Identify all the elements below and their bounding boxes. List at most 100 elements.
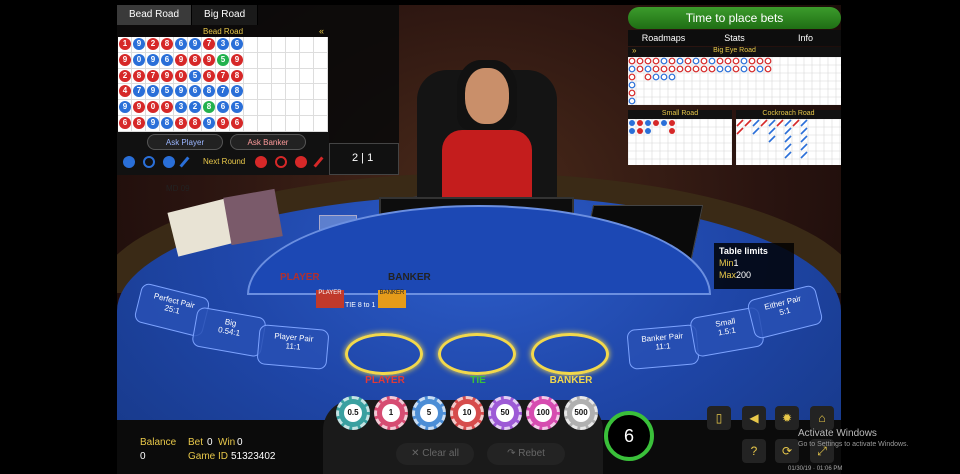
bead-result: 1 <box>119 38 131 50</box>
table-limits-box: Table limits Min1 Max200 <box>714 243 794 289</box>
bead-result: 7 <box>203 38 215 50</box>
bead-result: 8 <box>161 38 173 50</box>
bead-cell: 8 <box>188 52 202 69</box>
big-eye-mark <box>732 65 740 73</box>
bead-cell <box>314 115 328 132</box>
activate-windows-subtitle: Go to Settings to activate Windows. <box>798 441 909 448</box>
countdown-timer: 6 <box>604 411 654 461</box>
next-round-label: Next Round <box>203 157 246 166</box>
cockroach-road-grid <box>735 118 841 165</box>
chip-1[interactable]: 1 <box>374 396 408 430</box>
small-road-mark <box>669 128 675 134</box>
help-icon[interactable]: ? <box>742 439 766 463</box>
big-eye-mark <box>628 65 636 73</box>
player-prediction-bead-icon <box>123 156 135 168</box>
chip-50[interactable]: 50 <box>488 396 522 430</box>
big-eye-mark <box>692 65 700 73</box>
bead-cell: 6 <box>230 115 244 132</box>
bead-cell <box>272 37 286 53</box>
bead-road-grid: 1928697369096989592879056784795968789909… <box>118 37 328 132</box>
banker-prediction-cockroach-icon <box>313 156 324 168</box>
big-eye-mark <box>692 57 700 65</box>
big-eye-mark <box>628 81 636 89</box>
bet-area-banker-label: BANKER <box>549 375 593 386</box>
ask-banker-button[interactable]: Ask Banker <box>230 134 306 150</box>
bead-cell: 5 <box>188 68 202 85</box>
bead-result: 6 <box>231 38 243 50</box>
bet-area-player-label: PLAYER <box>365 375 405 386</box>
chip-value-label: 1 <box>382 404 400 422</box>
bead-cell: 7 <box>216 84 230 101</box>
chip-value-label: 5 <box>420 404 438 422</box>
expand-chevron-icon[interactable]: » <box>632 46 636 55</box>
big-eye-mark <box>636 65 644 73</box>
bead-result: 7 <box>217 85 229 98</box>
bead-result: 6 <box>203 69 215 82</box>
bet-area-tie-label: TIE <box>470 375 486 386</box>
settings-gear-icon[interactable]: ✹ <box>775 406 799 430</box>
bead-result: 8 <box>175 116 187 129</box>
bead-result: 8 <box>133 69 145 82</box>
bead-cell: 0 <box>174 68 188 85</box>
mobile-view-icon[interactable]: ▯ <box>707 406 731 430</box>
big-eye-mark <box>668 57 676 65</box>
player-prediction-bigeye-icon <box>143 156 155 168</box>
big-eye-mark <box>660 65 668 73</box>
bead-result: 9 <box>133 38 145 50</box>
bead-cell: 9 <box>174 52 188 69</box>
bead-cell: 1 <box>118 37 132 53</box>
small-road-title: Small Road <box>628 110 732 119</box>
bead-cell: 8 <box>132 68 146 85</box>
home-icon[interactable]: ⌂ <box>810 406 834 430</box>
collapse-chevron-icon[interactable]: « <box>319 26 324 36</box>
chip-10[interactable]: 10 <box>450 396 484 430</box>
status-banner: Time to place bets <box>628 7 841 29</box>
side-bet-banker-pair[interactable]: Banker Pair 11:1 <box>626 324 700 370</box>
bead-cell: 2 <box>188 100 202 116</box>
tab-big-road[interactable]: Big Road <box>192 5 259 25</box>
chip-5[interactable]: 5 <box>412 396 446 430</box>
bead-cell: 9 <box>216 115 230 132</box>
clear-all-button[interactable]: ✕ Clear all <box>396 443 474 465</box>
table-id-plate: MD 09 <box>166 184 190 193</box>
chip-500[interactable]: 500 <box>564 396 598 430</box>
tab-stats[interactable]: Stats <box>699 30 770 46</box>
big-eye-mark <box>660 57 668 65</box>
ask-player-button[interactable]: Ask Player <box>147 134 223 150</box>
tab-roadmaps[interactable]: Roadmaps <box>628 30 699 46</box>
bead-result: 6 <box>231 116 243 129</box>
bet-area-banker[interactable] <box>531 333 609 375</box>
bead-result: 6 <box>119 116 131 129</box>
refresh-icon[interactable]: ⟳ <box>775 439 799 463</box>
bead-cell: 6 <box>216 100 230 116</box>
game-id-label: Game ID <box>188 451 229 462</box>
chip-100[interactable]: 100 <box>526 396 560 430</box>
big-eye-mark <box>748 57 756 65</box>
bead-result: 7 <box>217 69 229 82</box>
rebet-button[interactable]: ↷ Rebet <box>487 443 565 465</box>
bead-cell <box>272 52 286 69</box>
win-value: 0 <box>237 437 243 448</box>
bead-result: 9 <box>203 53 215 66</box>
side-bet-player-pair[interactable]: Player Pair 11:1 <box>256 324 330 370</box>
bead-result: 3 <box>217 38 229 50</box>
balance-label: Balance <box>140 437 177 448</box>
sound-icon[interactable]: ◀ <box>742 406 766 430</box>
bead-result: 6 <box>161 53 173 66</box>
bead-cell <box>244 84 258 101</box>
bead-cell <box>286 37 300 53</box>
chip-0.5[interactable]: 0.5 <box>336 396 370 430</box>
bead-result: 8 <box>203 101 215 114</box>
bead-result: 0 <box>175 69 187 82</box>
tab-bead-road[interactable]: Bead Road <box>117 5 193 25</box>
big-eye-mark <box>644 57 652 65</box>
cockroach-road-mark <box>784 151 792 159</box>
min-limit-label: Min <box>719 258 734 268</box>
bet-area-tie[interactable] <box>438 333 516 375</box>
bead-cell <box>244 115 258 132</box>
tab-info[interactable]: Info <box>770 30 841 46</box>
cockroach-road-svg <box>735 118 841 165</box>
bead-cell: 8 <box>202 100 216 116</box>
cockroach-road-mark <box>768 135 776 143</box>
bet-area-player[interactable] <box>345 333 423 375</box>
